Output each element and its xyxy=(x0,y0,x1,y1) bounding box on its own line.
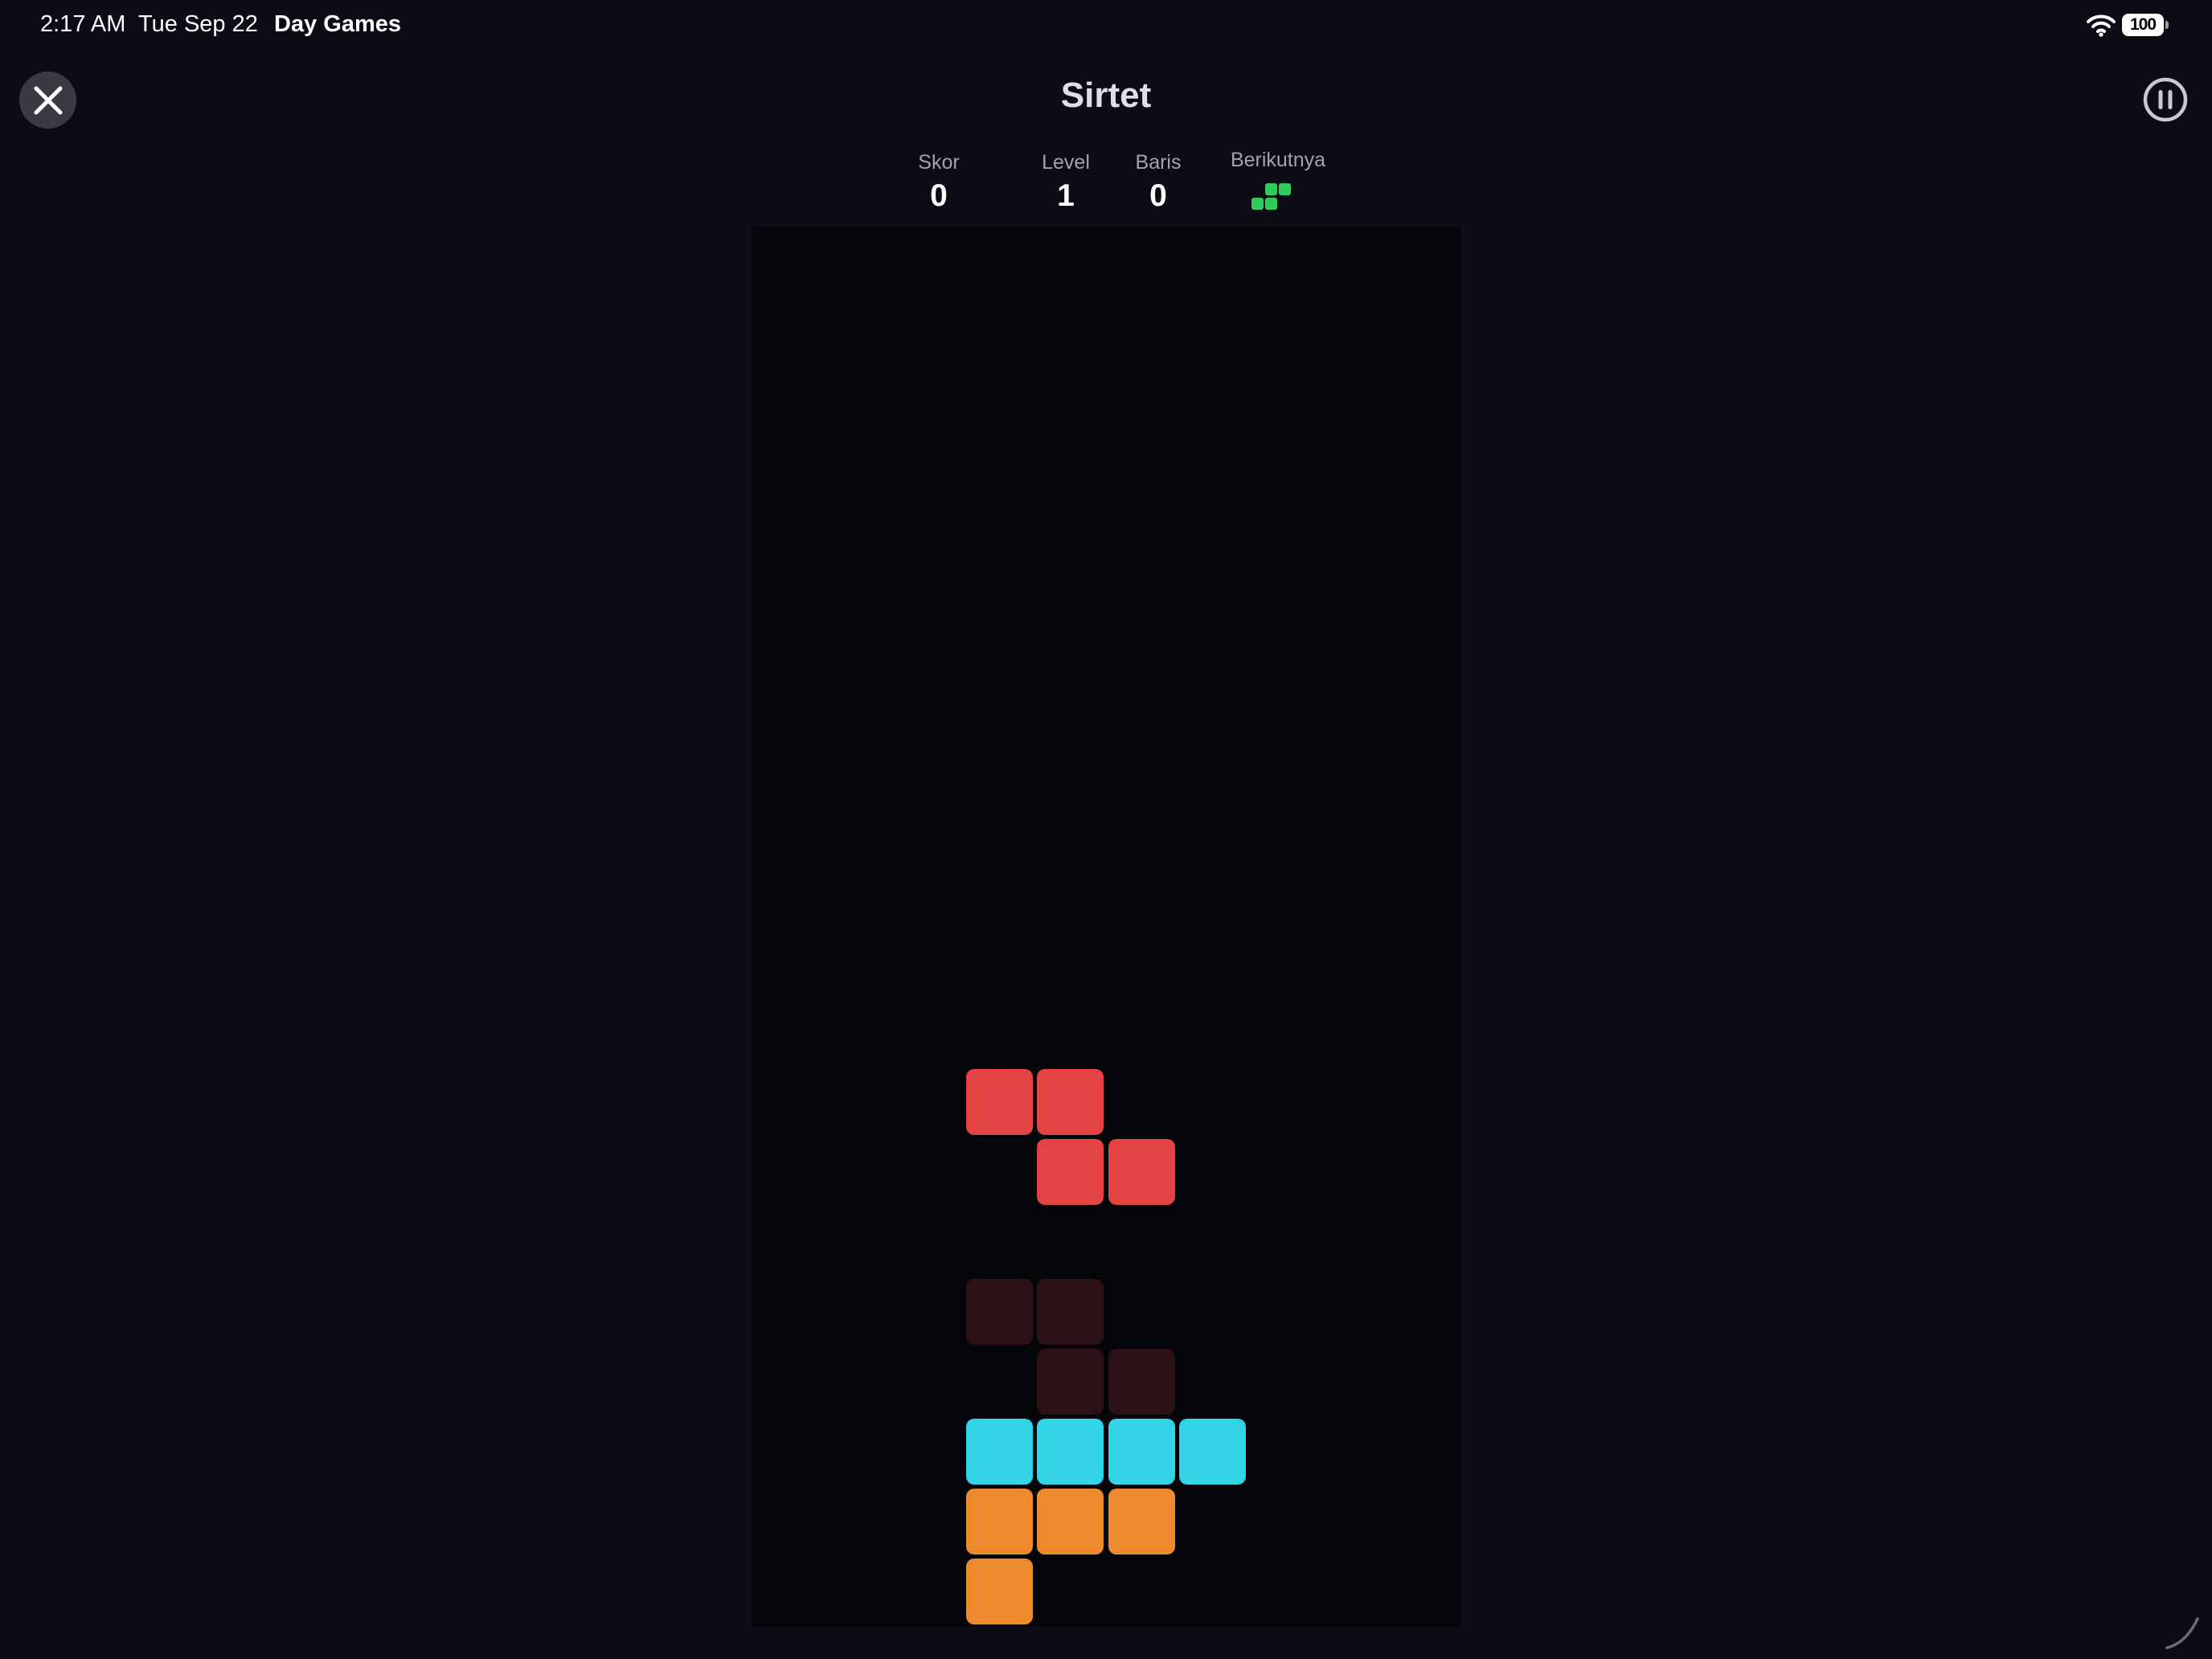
level-value: 1 xyxy=(1057,178,1075,213)
next-piece-cell xyxy=(1279,183,1291,195)
battery-indicator: 100 xyxy=(2122,14,2169,36)
locked-block-cell xyxy=(966,1559,1034,1625)
ghost-piece-cell xyxy=(1108,1349,1175,1415)
close-button[interactable] xyxy=(19,72,76,129)
locked-block-cell xyxy=(966,1419,1034,1485)
locked-block-cell xyxy=(1108,1489,1175,1555)
next-piece-cell xyxy=(1265,198,1277,210)
wifi-icon xyxy=(2087,14,2116,37)
ghost-piece-cell xyxy=(966,1279,1034,1346)
next-piece-cell xyxy=(1265,183,1277,195)
locked-block-cell xyxy=(1178,1419,1246,1485)
game-board[interactable] xyxy=(752,227,1460,1627)
status-date: Tue Sep 22 xyxy=(138,11,258,37)
next-label: Berikutnya xyxy=(1230,149,1326,171)
locked-block-cell xyxy=(1037,1419,1104,1485)
ghost-piece-cell xyxy=(1037,1279,1104,1346)
locked-block-cell xyxy=(1037,1489,1104,1555)
pause-icon xyxy=(2143,77,2188,122)
lines-label: Baris xyxy=(1135,151,1182,174)
active-piece-cell xyxy=(1108,1138,1175,1205)
locked-block-cell xyxy=(1108,1419,1175,1485)
next-piece-cell xyxy=(1251,198,1264,210)
page-title: Sirtet xyxy=(1060,76,1152,115)
status-time: 2:17 AM xyxy=(40,11,126,37)
close-icon xyxy=(34,86,62,114)
ghost-piece-cell xyxy=(1037,1349,1104,1415)
lines-value: 0 xyxy=(1149,178,1167,213)
score-value: 0 xyxy=(930,178,948,213)
score-label: Skor xyxy=(918,151,960,174)
status-app-name: Day Games xyxy=(274,11,401,37)
status-bar: 2:17 AM Tue Sep 22 Day Games 100 xyxy=(0,0,2212,51)
pause-button[interactable] xyxy=(2143,77,2188,122)
next-piece-preview xyxy=(1251,183,1291,210)
locked-block-cell xyxy=(966,1489,1034,1555)
battery-level: 100 xyxy=(2129,15,2157,34)
resize-handle-icon xyxy=(2165,1617,2199,1649)
level-label: Level xyxy=(1042,151,1090,174)
active-piece-cell xyxy=(1037,1138,1104,1205)
active-piece-cell xyxy=(966,1068,1034,1135)
active-piece-cell xyxy=(1037,1068,1104,1135)
